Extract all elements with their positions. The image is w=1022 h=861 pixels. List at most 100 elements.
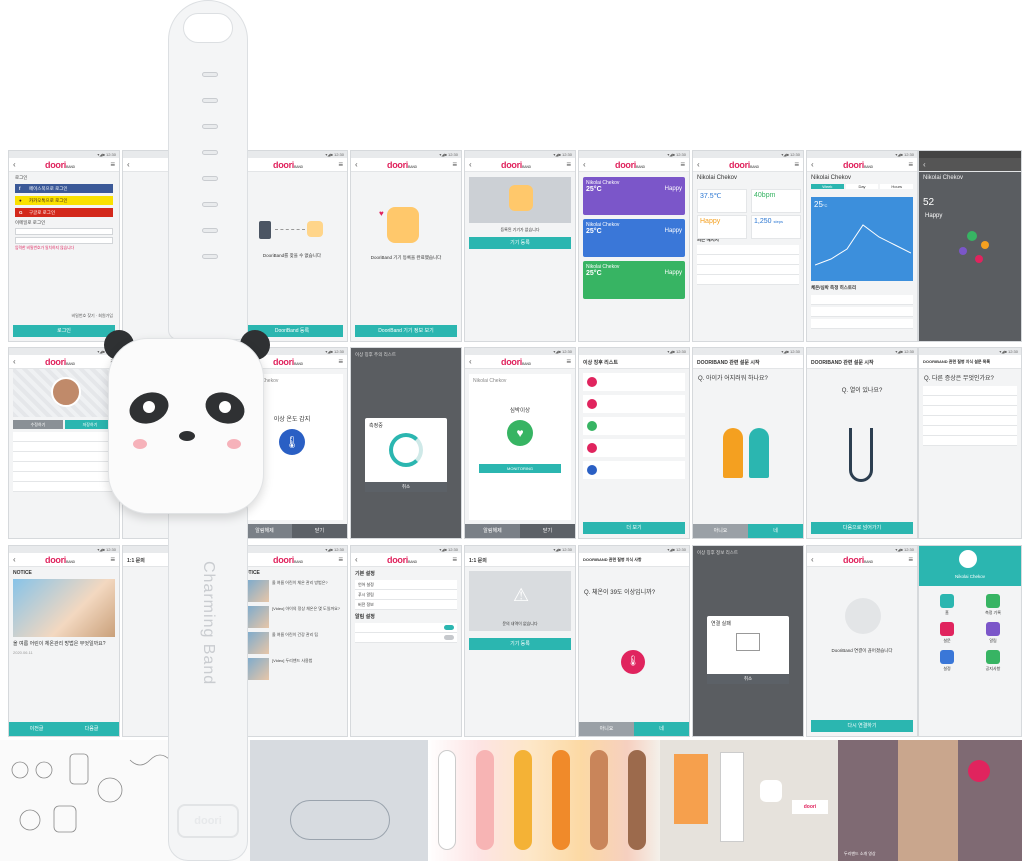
back-icon[interactable]: ‹ [355,555,358,564]
next-button[interactable]: 다음으로 넘어가기 [811,522,913,534]
back-icon[interactable]: ‹ [127,160,130,169]
close-alert-button[interactable]: 닫기 [520,524,575,538]
back-icon[interactable]: ‹ [697,160,700,169]
menu-item-alerts[interactable]: 알림 [973,622,1013,644]
no-button[interactable]: 아니요 [579,722,634,736]
menu-icon[interactable]: ≡ [338,160,343,169]
back-icon[interactable]: ‹ [355,160,358,169]
yes-button[interactable]: 네 [634,722,689,736]
alert-row[interactable] [583,439,685,457]
mood-metric[interactable]: Happy [697,215,747,239]
settings-toggle-row[interactable] [355,623,457,633]
profile-row[interactable] [13,442,115,452]
monitoring-button[interactable]: MONITORING [479,464,561,473]
alert-row[interactable] [583,461,685,479]
more-button[interactable]: 더 보기 [583,522,685,534]
menu-icon[interactable]: ≡ [338,357,343,366]
settings-toggle-row[interactable] [355,633,457,643]
message-row[interactable] [697,265,799,275]
back-icon[interactable]: ‹ [13,357,16,366]
email-field[interactable] [15,228,113,235]
history-row[interactable] [811,295,913,305]
menu-icon[interactable]: ≡ [566,160,571,169]
menu-item-settings[interactable]: 설정 [927,650,967,672]
profile-row[interactable] [13,482,115,492]
kid-card[interactable]: Nikolai Chekov 25°C Happy [583,261,685,299]
menu-icon[interactable]: ≡ [794,160,799,169]
tab-day[interactable]: Day [845,184,879,189]
join-link[interactable]: 회원가입 [98,313,113,318]
alert-row[interactable] [583,417,685,435]
no-button[interactable]: 아니요 [693,524,748,538]
checklist-option[interactable] [923,406,1017,416]
register-device-button[interactable]: 기기 등록 [469,237,571,249]
checklist-option[interactable] [923,386,1017,396]
steps-metric[interactable]: 1,250 steps [751,215,801,239]
back-icon[interactable]: ‹ [13,160,16,169]
login-submit-button[interactable]: 로그인 [13,325,115,337]
back-icon[interactable]: ‹ [811,160,814,169]
history-row[interactable] [811,307,913,317]
message-row[interactable] [697,255,799,265]
reconnect-button[interactable]: 다시 연결하기 [811,720,913,732]
cancel-button[interactable]: 취소 [707,674,789,684]
profile-row[interactable] [13,472,115,482]
cancel-button[interactable]: 취소 [365,482,447,492]
menu-icon[interactable]: ≡ [452,555,457,564]
checklist-option[interactable] [923,436,1017,446]
settings-row[interactable]: 언어 설정 [355,580,457,590]
menu-icon[interactable]: ≡ [566,357,571,366]
tab-week[interactable]: Week [811,184,844,189]
checklist-option[interactable] [923,426,1017,436]
back-icon[interactable]: ‹ [811,555,814,564]
back-icon[interactable]: ‹ [583,160,586,169]
menu-item-survey[interactable]: 설문 [927,622,967,644]
checklist-option[interactable] [923,396,1017,406]
tab-hours[interactable]: Hours [880,184,914,189]
settings-row[interactable]: 푸시 알림 [355,590,457,600]
register-device-button[interactable]: 기기 등록 [469,638,571,650]
password-field[interactable] [15,237,113,244]
toggle-on[interactable] [444,625,454,630]
message-row[interactable] [697,275,799,285]
menu-icon[interactable]: ≡ [680,160,685,169]
heart-metric[interactable]: 40bpm [751,189,801,213]
temp-metric[interactable]: 37.5℃ [697,189,747,213]
yes-button[interactable]: 네 [748,524,803,538]
kakao-login-button[interactable]: ● 카카오톡으로 로그인 [15,196,113,205]
alert-row[interactable] [583,395,685,413]
menu-icon[interactable]: ≡ [110,160,115,169]
menu-icon[interactable]: ≡ [338,555,343,564]
avatar[interactable] [959,550,977,568]
back-icon[interactable]: ‹ [469,160,472,169]
alert-row[interactable] [583,373,685,391]
profile-row[interactable] [13,432,115,442]
menu-item-records[interactable]: 측정 기록 [973,594,1013,616]
menu-item-notice[interactable]: 공지사항 [973,650,1013,672]
message-row[interactable] [697,245,799,255]
menu-icon[interactable]: ≡ [908,160,913,169]
back-icon[interactable]: ‹ [469,357,472,366]
kid-card[interactable]: Nikolai Chekov 25°C Happy [583,177,685,215]
menu-icon[interactable]: ≡ [452,160,457,169]
next-button[interactable]: 다음글 [64,722,119,736]
checklist-option[interactable] [923,416,1017,426]
edit-profile-button[interactable]: 수정하기 [13,420,63,429]
toggle-off[interactable] [444,635,454,640]
menu-icon[interactable]: ≡ [110,555,115,564]
back-icon[interactable]: ‹ [13,555,16,564]
google-login-button[interactable]: G 구글로 로그인 [15,208,113,217]
menu-icon[interactable]: ≡ [908,555,913,564]
profile-row[interactable] [13,462,115,472]
facebook-login-button[interactable]: f 페이스북으로 로그인 [15,184,113,193]
back-icon[interactable]: ‹ [923,160,926,169]
dismiss-alert-button[interactable]: 알림해제 [465,524,520,538]
menu-item-home[interactable]: 홈 [927,594,967,616]
profile-row[interactable] [13,452,115,462]
history-row[interactable] [811,319,913,329]
find-password-link[interactable]: 비밀번호 찾기 [72,313,95,318]
kid-card[interactable]: Nikolai Chekov 25°C Happy [583,219,685,257]
close-alert-button[interactable]: 닫기 [292,524,347,538]
settings-row[interactable]: 버전 정보 [355,600,457,610]
avatar[interactable] [51,377,81,407]
